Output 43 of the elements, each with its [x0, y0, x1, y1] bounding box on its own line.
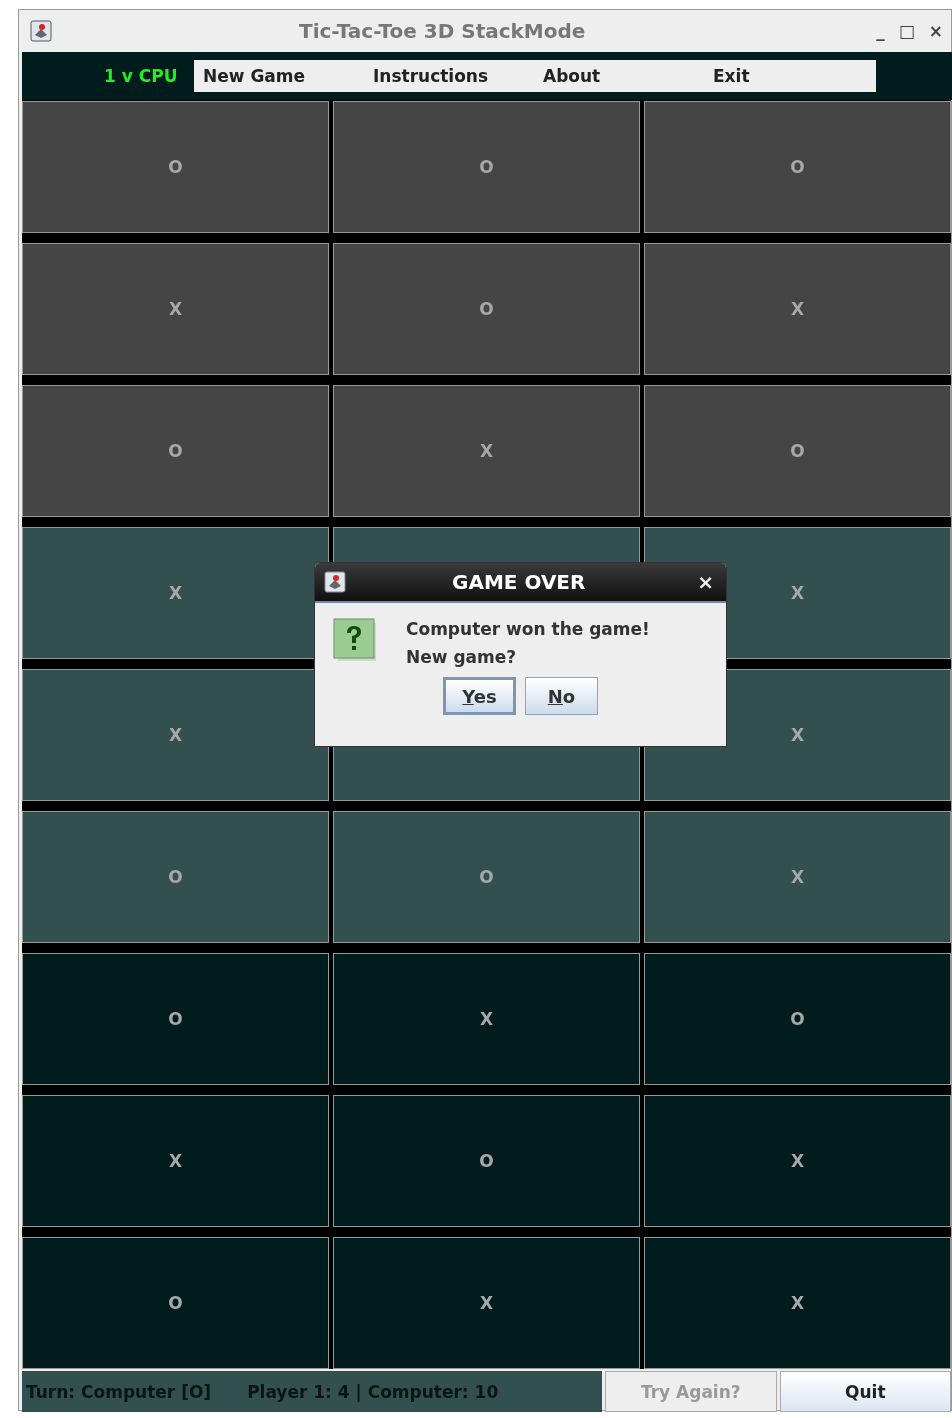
- menu-item[interactable]: About: [543, 66, 601, 86]
- board-cell[interactable]: O: [22, 385, 329, 517]
- action-button[interactable]: Quit: [779, 1371, 951, 1412]
- board-cell[interactable]: O: [644, 101, 951, 233]
- window-control[interactable]: □: [898, 21, 915, 41]
- board-cell[interactable]: O: [22, 1237, 329, 1369]
- board-cell[interactable]: X: [22, 1095, 329, 1227]
- board-cell[interactable]: X: [644, 1095, 951, 1227]
- board-cell[interactable]: X: [644, 243, 951, 375]
- board-cell[interactable]: O: [22, 811, 329, 943]
- dialog-button[interactable]: No: [525, 677, 598, 715]
- board-cell[interactable]: O: [333, 101, 640, 233]
- board-cell[interactable]: O: [644, 953, 951, 1085]
- board-cell[interactable]: X: [333, 1237, 640, 1369]
- close-button[interactable]: ×: [697, 570, 714, 594]
- board-cell[interactable]: O: [22, 953, 329, 1085]
- board-cell[interactable]: O: [333, 243, 640, 375]
- score-label: Player 1: 4 | Computer: 10: [247, 1381, 499, 1402]
- board-cell[interactable]: X: [644, 1237, 951, 1369]
- board-cell[interactable]: X: [22, 527, 329, 659]
- menu-item[interactable]: New Game: [203, 66, 306, 86]
- turn-label: Turn: Computer [O]: [26, 1381, 212, 1402]
- question-icon: [333, 618, 379, 662]
- board-cell[interactable]: X: [333, 953, 640, 1085]
- menu-item[interactable]: Exit: [713, 66, 750, 86]
- window-title: Tic-Tac-Toe 3D StackMode: [299, 19, 586, 43]
- board-cell[interactable]: X: [22, 669, 329, 801]
- window-control[interactable]: ×: [928, 21, 943, 41]
- menu-item[interactable]: Instructions: [373, 66, 489, 86]
- window-control[interactable]: _: [876, 21, 885, 41]
- dialog-button[interactable]: Yes: [443, 677, 516, 715]
- board-cell[interactable]: X: [22, 243, 329, 375]
- board-cell[interactable]: X: [644, 811, 951, 943]
- board-cell[interactable]: O: [22, 101, 329, 233]
- app-icon: [324, 571, 346, 593]
- app-icon: [30, 20, 52, 42]
- mode-label: 1 v CPU: [104, 66, 179, 86]
- board-cell[interactable]: X: [333, 385, 640, 517]
- dialog-message: New game?: [406, 647, 518, 667]
- board-cell[interactable]: O: [333, 811, 640, 943]
- board-cell[interactable]: O: [644, 385, 951, 517]
- board-cell[interactable]: O: [333, 1095, 640, 1227]
- dialog-title: GAME OVER: [452, 570, 586, 594]
